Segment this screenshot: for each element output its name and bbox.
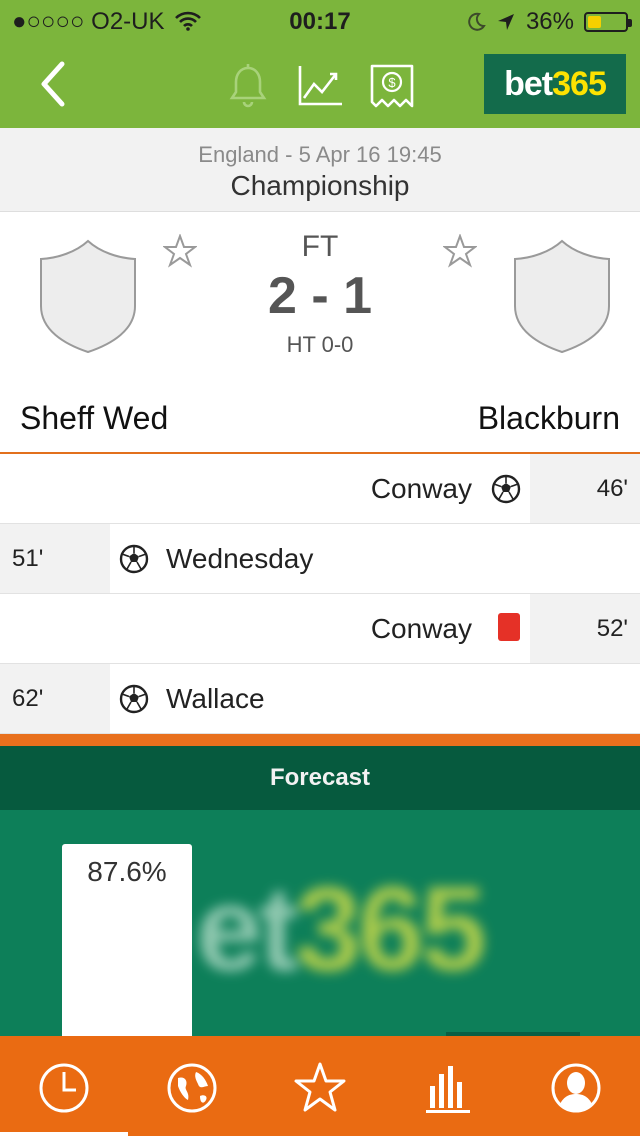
bet365-logo[interactable]: bet 365 bbox=[484, 54, 626, 114]
svg-text:$: $ bbox=[388, 75, 396, 90]
section-divider bbox=[0, 734, 640, 746]
league-header: England - 5 Apr 16 19:45 Championship bbox=[0, 128, 640, 212]
profile-icon[interactable] bbox=[548, 1060, 604, 1116]
event-row: 51' Wednesday bbox=[0, 524, 640, 594]
active-tab-indicator bbox=[0, 1132, 128, 1136]
bet-slip-icon[interactable]: $ bbox=[368, 62, 416, 110]
match-date-line: England - 5 Apr 16 19:45 bbox=[198, 142, 442, 167]
bottom-tab-bar bbox=[0, 1036, 640, 1136]
globe-icon[interactable] bbox=[164, 1060, 220, 1116]
competition-name: Championship bbox=[230, 170, 410, 201]
trend-chart-icon[interactable] bbox=[296, 62, 344, 110]
event-minute: 51' bbox=[0, 524, 110, 593]
event-player: Wallace bbox=[166, 682, 265, 714]
event-row: 62' Wallace bbox=[0, 664, 640, 734]
event-minute: 62' bbox=[0, 664, 110, 733]
battery-fill bbox=[588, 16, 601, 28]
red-card-icon bbox=[498, 613, 520, 641]
match-events-list: Conway 46' 51' Wednesday Conway 52' 62' … bbox=[0, 454, 640, 734]
watermark-part-a: et bbox=[196, 862, 299, 996]
event-player: Conway bbox=[370, 612, 472, 644]
forecast-panel: et365 87.6% bbox=[0, 810, 640, 1036]
football-icon bbox=[491, 474, 521, 504]
header-nav: $ bet 365 bbox=[0, 40, 640, 128]
event-minute: 46' bbox=[530, 454, 640, 523]
event-row: Conway 46' bbox=[0, 454, 640, 524]
forecast-title: Forecast bbox=[0, 746, 640, 810]
clock-icon[interactable] bbox=[36, 1060, 92, 1116]
star-icon[interactable] bbox=[292, 1060, 348, 1116]
status-bar: ●○○○○ O2-UK 00:17 36% bbox=[0, 0, 640, 40]
back-chevron-icon[interactable] bbox=[34, 58, 74, 110]
battery-percent: 36% bbox=[525, 8, 574, 35]
top-bar: ●○○○○ O2-UK 00:17 36% $ bet 365 bbox=[0, 0, 640, 128]
away-favourite-star-icon[interactable] bbox=[443, 234, 477, 268]
brand-text-bet: bet bbox=[504, 64, 553, 103]
bet365-watermark: et365 bbox=[196, 860, 487, 998]
home-win-percent: 87.6% bbox=[87, 856, 167, 887]
away-team-name[interactable]: Blackburn bbox=[478, 400, 620, 437]
football-icon bbox=[119, 684, 149, 714]
event-player: Wednesday bbox=[166, 542, 314, 574]
event-minute: 52' bbox=[530, 594, 640, 663]
bell-icon[interactable] bbox=[224, 62, 272, 110]
event-row: Conway 52' bbox=[0, 594, 640, 664]
stats-icon[interactable] bbox=[420, 1060, 476, 1116]
status-right: 36% bbox=[466, 8, 632, 36]
moon-icon bbox=[468, 12, 486, 31]
brand-text-365: 365 bbox=[552, 64, 607, 103]
event-player: Conway bbox=[370, 472, 472, 504]
battery-icon bbox=[584, 12, 632, 32]
home-team-name[interactable]: Sheff Wed bbox=[20, 400, 168, 437]
location-arrow-icon bbox=[497, 14, 514, 30]
away-team-crest-icon bbox=[514, 239, 610, 354]
football-icon bbox=[119, 544, 149, 574]
watermark-part-b: 365 bbox=[294, 862, 487, 996]
scoreboard: FT 2 - 1 HT 0-0 Sheff Wed Blackburn bbox=[0, 212, 640, 452]
